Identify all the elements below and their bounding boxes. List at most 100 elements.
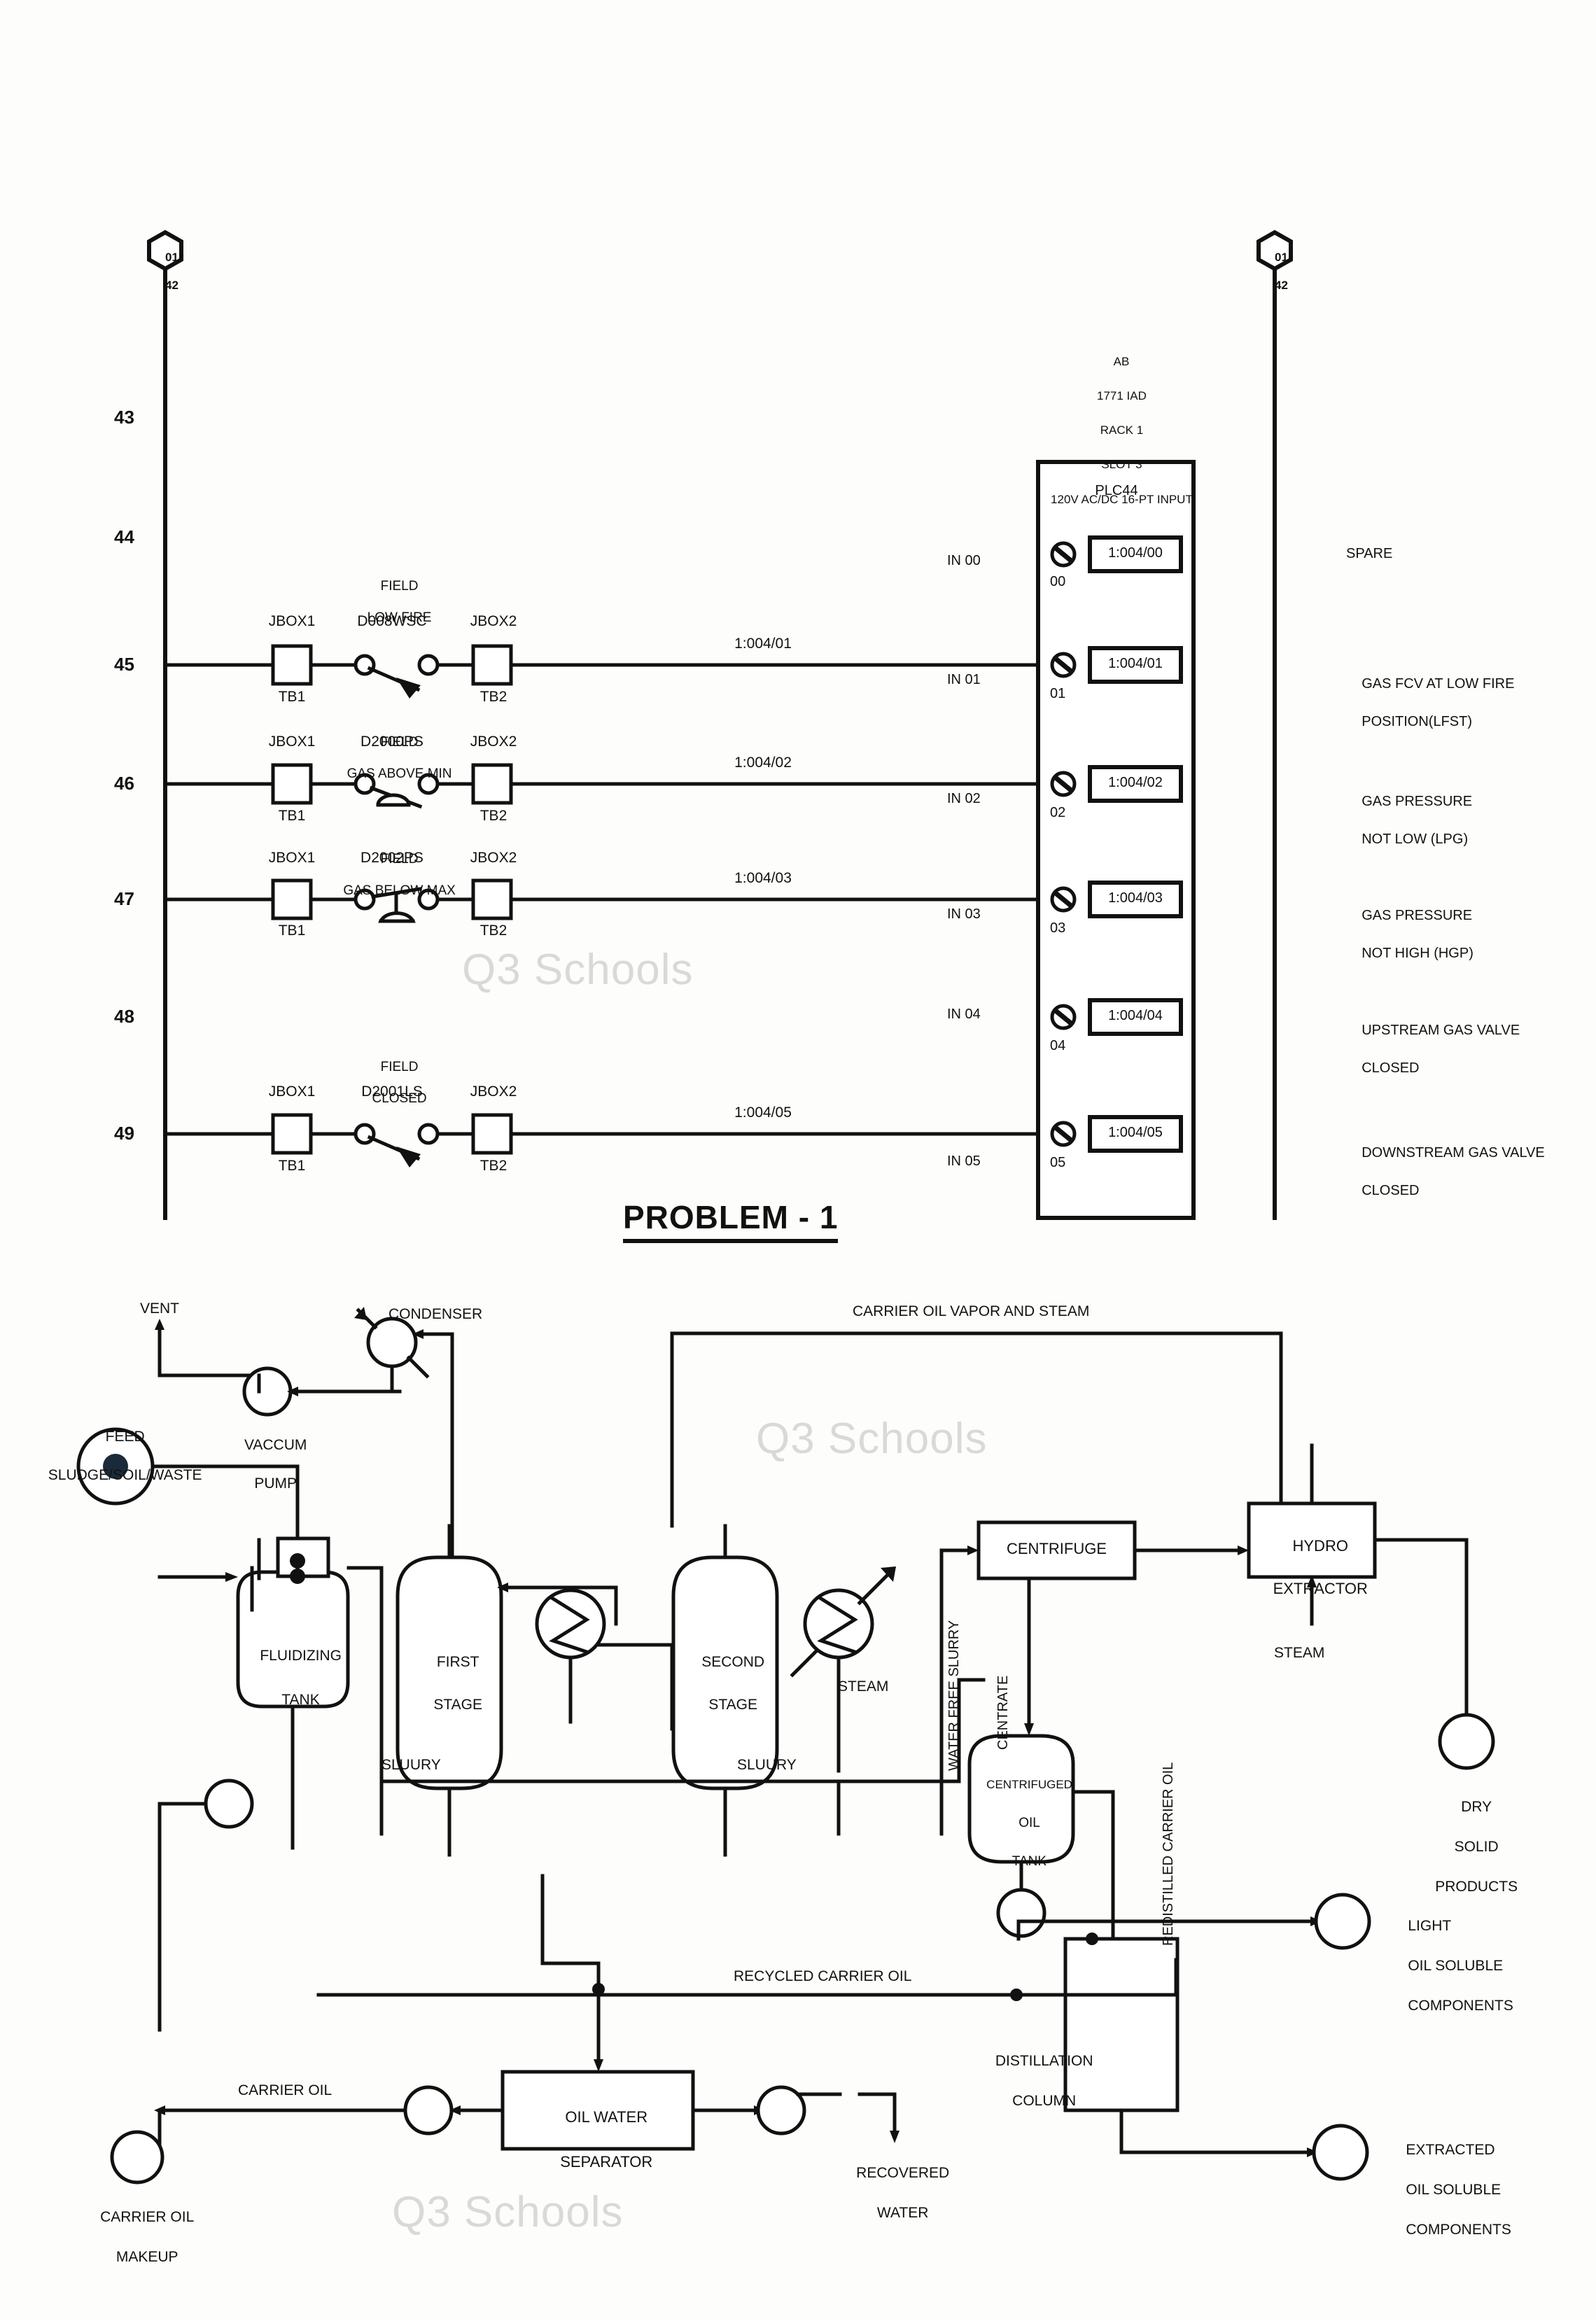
rung-49-field-line1: FIELD <box>380 1060 419 1075</box>
vacuum-pump-line1: VACCUM <box>244 1437 307 1454</box>
rung-46-terminal-number: 02 <box>1050 805 1066 820</box>
right-hexagon-label: 01 42 <box>1255 237 1294 307</box>
fluidizing-tank-label: FLUIDIZING TANK <box>233 1622 352 1733</box>
light-oil-line3: COMPONENTS <box>1408 1997 1513 2014</box>
rung-number-45: 45 <box>114 654 134 675</box>
distillation-column-label: DISTILLATION COLUMN <box>955 2032 1116 2131</box>
rung-45-tb-right: TB2 <box>479 689 507 705</box>
rung-number-49: 49 <box>114 1123 134 1144</box>
centrifuged-oil-tank-line1: CENTRIFUGED <box>986 1777 1072 1791</box>
rung-47-description: GAS PRESSURE NOT HIGH (HGP) <box>1346 888 1570 982</box>
in00-description: SPARE <box>1346 546 1393 561</box>
light-oil-line1: LIGHT <box>1408 1918 1452 1935</box>
rung-45-tb-left: TB1 <box>278 689 306 705</box>
rung-49-plc-address: 1:004/05 <box>1108 1125 1163 1140</box>
diagram-page: 01 42 01 42 43 44 45 46 47 48 49 AB 1771… <box>0 0 1596 2321</box>
centrifuged-oil-tank-label: CENTRIFUGED OIL TANK <box>969 1755 1074 1891</box>
carrier-oil-makeup-label: CARRIER OIL MAKEUP <box>74 2188 204 2287</box>
steam-hydro-label: STEAM <box>1274 1645 1325 1661</box>
rung-46-tb-right: TB2 <box>479 808 507 824</box>
rung-45-terminal-label: IN 01 <box>947 672 981 687</box>
rung-49-tb-right: TB2 <box>479 1158 507 1174</box>
hydro-extractor-line2: EXTRACTOR <box>1273 1580 1368 1598</box>
rung-49-jbox-left: JBOX1 <box>268 1084 316 1100</box>
carrier-oil-makeup-line2: MAKEUP <box>115 2249 178 2266</box>
rung-46-plc-address: 1:004/02 <box>1108 775 1163 790</box>
rung-46-desc-line1: GAS PRESSURE <box>1362 794 1473 809</box>
right-hex-top: 01 <box>1274 251 1288 265</box>
rung-49-wire-number: 1:004/05 <box>734 1105 792 1121</box>
rung-47-terminal-label: IN 03 <box>947 906 981 922</box>
rung-49-desc-line2: CLOSED <box>1362 1183 1420 1198</box>
in00-plc-address: 1:004/00 <box>1108 545 1163 561</box>
rung-47-field-label: FIELD GAS BELOW MAX <box>298 836 486 915</box>
rung-49-terminal-number: 05 <box>1050 1155 1066 1170</box>
recovered-water-line2: WATER <box>876 2205 929 2222</box>
dry-solid-line2: SOLID <box>1454 1839 1499 1856</box>
centrifuge-label: CENTRIFUGE <box>1007 1540 1107 1557</box>
centrate-label: CENTRATE <box>995 1675 1011 1750</box>
feed-line2: SLUDGE/SOIL/WASTE <box>48 1466 202 1483</box>
rung-number-47: 47 <box>114 888 134 909</box>
fluidizing-tank-line1: FLUIDIZING <box>260 1647 342 1664</box>
rung-49-desc-line1: DOWNSTREAM GAS VALVE <box>1362 1145 1545 1160</box>
left-hex-top: 01 <box>164 251 178 265</box>
vent-label: VENT <box>139 1300 179 1317</box>
in04-desc-line2: CLOSED <box>1362 1060 1420 1076</box>
condenser-label: CONDENSER <box>388 1306 483 1322</box>
carrier-oil-label: CARRIER OIL <box>238 2082 332 2098</box>
rung-49-tb-left: TB1 <box>278 1158 306 1174</box>
centrifuged-oil-tank-line2: OIL <box>1018 1815 1040 1830</box>
rung-47-tb-right: TB2 <box>479 923 507 939</box>
in04-desc-line1: UPSTREAM GAS VALVE <box>1362 1023 1520 1038</box>
in00-terminal-label: IN 00 <box>947 553 981 568</box>
rung-47-wire-number: 1:004/03 <box>734 870 792 886</box>
rung-49-terminal-label: IN 05 <box>947 1154 981 1169</box>
second-stage-line2: STAGE <box>708 1697 757 1713</box>
rung-47-jbox-left: JBOX1 <box>268 850 316 866</box>
rung-46-field-label: FIELD GAS ABOVE MIN <box>301 720 483 798</box>
rung-47-desc-line1: GAS PRESSURE <box>1362 908 1473 923</box>
rung-46-tb-left: TB1 <box>278 808 306 824</box>
dry-solid-line1: DRY <box>1461 1799 1492 1816</box>
rung-47-desc-line2: NOT HIGH (HGP) <box>1362 946 1474 961</box>
water-free-slurry-label: WATER FREE SLURRY <box>946 1620 962 1771</box>
rung-45-jbox-left: JBOX1 <box>268 613 316 629</box>
carrier-oil-vapor-steam-label: CARRIER OIL VAPOR AND STEAM <box>853 1303 1090 1319</box>
rung-46-description: GAS PRESSURE NOT LOW (LPG) <box>1346 773 1570 868</box>
feed-label: FEED SLUDGE/SOIL/WASTE <box>15 1408 218 1503</box>
first-stage-label: FIRST STAGE <box>399 1631 500 1737</box>
light-oil-line2: OIL SOLUBLE <box>1408 1958 1504 1975</box>
oil-water-separator-label: OIL WATER SEPARATOR <box>503 2084 693 2195</box>
rung-45-desc-line1: GAS FCV AT LOW FIRE <box>1362 676 1515 692</box>
hydro-extractor-label: HYDRO EXTRACTOR <box>1249 1514 1375 1622</box>
rung-46-jbox-right: JBOX2 <box>470 734 517 750</box>
dry-solid-line3: PRODUCTS <box>1435 1878 1518 1895</box>
in04-terminal-number: 04 <box>1050 1038 1066 1053</box>
rung-46-wire-number: 1:004/02 <box>734 755 792 771</box>
slurry-left-label: SLUURY <box>382 1757 441 1773</box>
slurry-mid-label: SLUURY <box>737 1757 797 1773</box>
rung-45-jbox-right: JBOX2 <box>470 613 517 629</box>
right-hex-bottom: 42 <box>1274 279 1288 293</box>
recovered-water-line1: RECOVERED <box>856 2165 950 2182</box>
rung-number-44: 44 <box>114 526 134 547</box>
hydro-extractor-line1: HYDRO <box>1292 1536 1348 1555</box>
rung-47-plc-address: 1:004/03 <box>1108 890 1163 906</box>
left-hexagon-label: 01 42 <box>146 237 185 307</box>
rung-45-plc-address: 1:004/01 <box>1108 656 1163 671</box>
distillation-line1: DISTILLATION <box>995 2053 1093 2070</box>
left-hex-bottom: 42 <box>164 279 178 293</box>
dry-solid-products-label: DRY SOLID PRODUCTS <box>1407 1778 1530 1916</box>
oil-water-sep-line2: SEPARATOR <box>560 2152 653 2171</box>
rung-45-description: GAS FCV AT LOW FIRE POSITION(LFST) <box>1346 656 1570 750</box>
second-stage-label: SECOND STAGE <box>674 1631 776 1737</box>
in04-terminal-label: IN 04 <box>947 1007 981 1022</box>
in04-description: UPSTREAM GAS VALVE CLOSED <box>1346 1002 1570 1097</box>
module-brand: AB <box>1113 354 1130 368</box>
second-stage-line1: SECOND <box>701 1654 765 1671</box>
centrifuged-oil-tank-line3: TANK <box>1011 1853 1047 1869</box>
fluidizing-tank-line2: TANK <box>281 1691 320 1708</box>
in04-plc-address: 1:004/04 <box>1108 1008 1163 1023</box>
rung-49-description: DOWNSTREAM GAS VALVE CLOSED <box>1346 1125 1577 1219</box>
